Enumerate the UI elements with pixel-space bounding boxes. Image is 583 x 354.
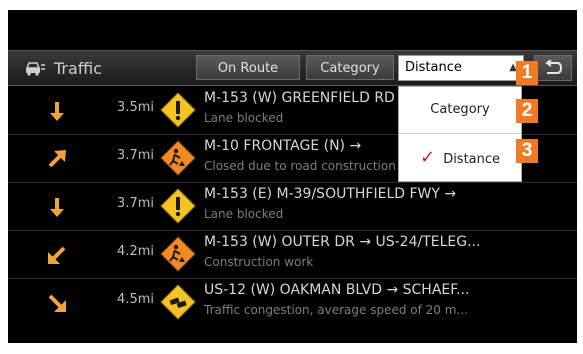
incident-distance: 4.5mi: [117, 292, 154, 307]
menu-item-category[interactable]: Category: [399, 87, 521, 134]
app-title: Traffic: [24, 56, 102, 80]
arrow-down-icon: [50, 198, 64, 217]
construction-icon: [160, 236, 196, 272]
checkmark-icon: ✓: [419, 147, 436, 168]
arrow-down-right-icon: [48, 294, 66, 312]
construction-icon: [160, 140, 196, 176]
traffic-panel: Traffic On Route Category Distance ▲ 3.5…: [8, 10, 577, 343]
callout-1: 1: [516, 61, 538, 85]
incident-row[interactable]: 4.5mi US-12 (W) OAKMAN BLVD → SCHAEF... …: [8, 278, 577, 326]
incident-road: M-153 (W) OUTER DR → US-24/TELEG...: [204, 234, 481, 250]
incident-description: Construction work: [204, 255, 314, 269]
callout-2: 2: [516, 99, 538, 123]
arrow-down-icon: [50, 102, 64, 121]
menu-item-label: Distance: [443, 152, 501, 167]
header-bar: Traffic On Route Category Distance ▲: [8, 50, 577, 86]
back-arrow-icon: [545, 60, 563, 74]
incident-description: Traffic congestion, average speed of 20 …: [204, 303, 468, 317]
screen: Traffic On Route Category Distance ▲ 3.5…: [0, 0, 583, 354]
menu-item-distance[interactable]: ✓ Distance: [399, 135, 521, 181]
incident-row[interactable]: 4.2mi M-153 (W) OUTER DR → US-24/TELEG..…: [8, 230, 577, 279]
arrow-down-left-icon: [48, 246, 66, 264]
incident-road: US-12 (W) OAKMAN BLVD → SCHAEF...: [204, 282, 470, 298]
incident-distance: 3.5mi: [117, 100, 154, 115]
tab-category[interactable]: Category: [306, 55, 394, 80]
menu-item-label: Category: [430, 102, 490, 117]
callout-3: 3: [516, 139, 538, 163]
app-title-label: Traffic: [54, 58, 103, 78]
sort-dropdown-value: Distance: [405, 60, 462, 75]
incident-description: Lane blocked: [204, 207, 284, 221]
arrow-up-right-icon: [48, 150, 66, 168]
tab-on-route[interactable]: On Route: [196, 55, 300, 80]
alert-icon: [160, 92, 196, 128]
back-button[interactable]: [534, 55, 572, 81]
sort-menu: Category ✓ Distance: [398, 86, 522, 182]
alert-icon: [160, 188, 196, 224]
sort-dropdown[interactable]: Distance ▲: [398, 55, 524, 81]
incident-row[interactable]: 3.7mi M-153 (E) M-39/SOUTHFIELD FWY → La…: [8, 182, 577, 231]
congestion-icon: [160, 284, 196, 320]
car-traffic-icon: [25, 62, 45, 76]
incident-distance: 3.7mi: [117, 196, 154, 211]
incident-distance: 4.2mi: [117, 244, 154, 259]
incident-road: M-153 (E) M-39/SOUTHFIELD FWY →: [204, 186, 457, 202]
incident-distance: 3.7mi: [117, 148, 154, 163]
